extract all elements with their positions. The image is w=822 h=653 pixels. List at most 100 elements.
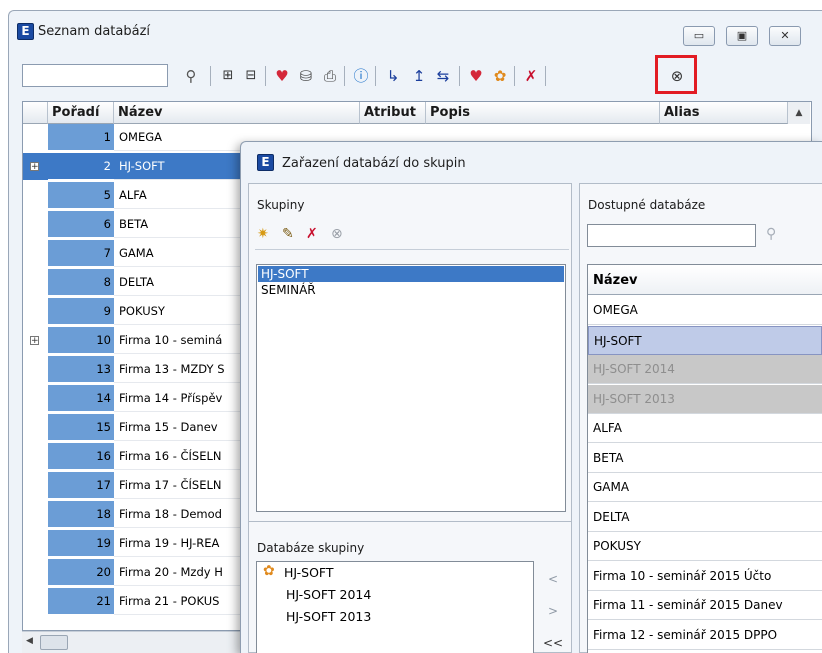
- window-title: Seznam databází: [38, 24, 151, 39]
- row-name-cell[interactable]: Firma 16 - ČÍSELN: [114, 443, 244, 470]
- binoculars-icon[interactable]: ⚲: [181, 66, 201, 86]
- column-header-name[interactable]: Název: [114, 102, 360, 124]
- move-right-button[interactable]: >: [548, 604, 558, 618]
- row-name-cell[interactable]: DELTA: [114, 269, 244, 296]
- heart-icon[interactable]: ♥: [466, 66, 486, 86]
- row-name-cell[interactable]: ALFA: [114, 182, 244, 209]
- highlight-frame: [655, 55, 697, 94]
- row-order-cell[interactable]: 8: [48, 269, 114, 296]
- row-name-cell[interactable]: Firma 14 - Příspěv: [114, 385, 244, 412]
- maximize-button[interactable]: ▣: [726, 26, 758, 46]
- row-order-cell[interactable]: 5: [48, 182, 114, 209]
- row-order-cell[interactable]: 9: [48, 298, 114, 325]
- row-order-cell[interactable]: 1: [48, 124, 114, 151]
- database-heart-icon[interactable]: ♥: [272, 66, 292, 86]
- row-order-cell[interactable]: 6: [48, 211, 114, 238]
- available-column-header[interactable]: Název: [588, 266, 822, 295]
- column-header-description[interactable]: Popis: [426, 102, 660, 124]
- row-name-cell[interactable]: Firma 19 - HJ-REA: [114, 530, 244, 557]
- row-name-cell[interactable]: OMEGA: [114, 124, 244, 151]
- row-order-cell[interactable]: 2: [48, 153, 114, 180]
- edit-group-icon[interactable]: ✎: [282, 226, 302, 242]
- close-button[interactable]: ✕: [769, 26, 801, 46]
- available-db-row[interactable]: POKUSY: [588, 532, 822, 561]
- row-order-cell[interactable]: 10: [48, 327, 114, 354]
- groups-label: Skupiny: [257, 198, 305, 212]
- move-all-left-button[interactable]: <<: [543, 636, 563, 650]
- collapse-all-icon[interactable]: ⊟: [241, 66, 261, 86]
- groups-list[interactable]: [256, 264, 566, 512]
- delete-icon[interactable]: ✗: [521, 66, 541, 86]
- row-name-cell[interactable]: Firma 20 - Mzdy H: [114, 559, 244, 586]
- row-order-cell[interactable]: 13: [48, 356, 114, 383]
- group-member-item[interactable]: HJ-SOFT 2013: [286, 609, 371, 624]
- available-search-input[interactable]: [587, 224, 756, 247]
- row-order-cell[interactable]: 16: [48, 443, 114, 470]
- row-name-cell[interactable]: Firma 13 - MZDY S: [114, 356, 244, 383]
- group-member-item[interactable]: HJ-SOFT 2014: [286, 587, 371, 602]
- scroll-left-icon[interactable]: ◀: [26, 636, 33, 646]
- group-member-item[interactable]: HJ-SOFT: [284, 565, 334, 580]
- info-icon[interactable]: ⓘ: [351, 66, 371, 86]
- column-header-alias[interactable]: Alias: [660, 102, 788, 124]
- row-order-cell[interactable]: 14: [48, 385, 114, 412]
- search-input[interactable]: [22, 64, 168, 87]
- move-left-button[interactable]: <: [548, 572, 558, 586]
- group-assign-icon[interactable]: ✿: [490, 66, 510, 86]
- group-item-hj-soft[interactable]: HJ-SOFT: [258, 266, 564, 282]
- group-item-seminar[interactable]: SEMINÁŘ: [258, 282, 564, 298]
- available-db-row[interactable]: Firma 10 - seminář 2015 Účto: [588, 561, 822, 591]
- toolbar-separator: [545, 66, 546, 86]
- scroll-thumb[interactable]: [40, 635, 68, 650]
- available-db-row[interactable]: Firma 11 - seminář 2015 Danev: [588, 591, 822, 620]
- database-group-icon[interactable]: ⛁: [296, 66, 316, 86]
- row-order-cell[interactable]: 19: [48, 530, 114, 557]
- grid-corner-header: [23, 102, 48, 124]
- row-name-cell[interactable]: GAMA: [114, 240, 244, 267]
- column-header-order[interactable]: Pořadí: [48, 102, 114, 124]
- row-name-cell[interactable]: Firma 15 - Danev: [114, 414, 244, 441]
- row-name-cell[interactable]: BETA: [114, 211, 244, 238]
- row-name-cell[interactable]: Firma 18 - Demod: [114, 501, 244, 528]
- row-name-cell[interactable]: POKUSY: [114, 298, 244, 325]
- group-icon: ✿: [263, 563, 275, 579]
- row-order-cell[interactable]: 20: [48, 559, 114, 586]
- binoculars-icon[interactable]: ⚲: [766, 226, 776, 242]
- minimize-button[interactable]: ▭: [683, 26, 715, 46]
- column-header-attribute[interactable]: Atribut: [360, 102, 426, 124]
- toolbar-divider: [255, 249, 569, 253]
- expand-row-icon[interactable]: +: [30, 336, 39, 346]
- toolbar-separator: [514, 66, 515, 86]
- available-db-row[interactable]: OMEGA: [588, 296, 822, 325]
- row-order-cell[interactable]: 18: [48, 501, 114, 528]
- database-print-icon[interactable]: ⎙: [320, 66, 340, 86]
- available-db-row[interactable]: ALFA: [588, 414, 822, 443]
- available-db-row[interactable]: BETA: [588, 443, 822, 473]
- delete-group-icon[interactable]: ✗: [306, 226, 326, 242]
- row-order-cell[interactable]: 17: [48, 472, 114, 499]
- new-group-icon[interactable]: ✷: [257, 226, 277, 242]
- toolbar-separator: [375, 66, 376, 86]
- available-db-row[interactable]: DELTA: [588, 502, 822, 532]
- scroll-up-button[interactable]: ▲: [788, 102, 810, 124]
- available-db-row: HJ-SOFT 2013: [588, 384, 822, 414]
- transfer-icon[interactable]: ⇆: [433, 66, 453, 86]
- available-db-row[interactable]: Firma 12 - seminář 2015 DPPO: [588, 620, 822, 650]
- group-members-label: Databáze skupiny: [257, 541, 365, 555]
- row-name-cell[interactable]: Firma 17 - ČÍSELN: [114, 472, 244, 499]
- row-name-cell[interactable]: HJ-SOFT: [114, 153, 244, 180]
- export-icon[interactable]: ↥: [409, 66, 429, 86]
- row-order-cell[interactable]: 15: [48, 414, 114, 441]
- app-logo-icon: E: [17, 23, 34, 40]
- row-name-cell[interactable]: Firma 21 - POKUS: [114, 588, 244, 615]
- row-order-cell[interactable]: 7: [48, 240, 114, 267]
- available-db-row[interactable]: HJ-SOFT: [588, 325, 822, 355]
- row-order-cell[interactable]: 21: [48, 588, 114, 615]
- assign-group-icon: ⊗: [331, 226, 343, 242]
- expand-all-icon[interactable]: ⊞: [218, 66, 238, 86]
- available-db-row[interactable]: GAMA: [588, 473, 822, 502]
- horizontal-scrollbar[interactable]: ◀: [22, 631, 268, 653]
- row-name-cell[interactable]: Firma 10 - seminá: [114, 327, 244, 354]
- import-icon[interactable]: ↳: [383, 66, 403, 86]
- expand-row-icon[interactable]: +: [30, 162, 39, 172]
